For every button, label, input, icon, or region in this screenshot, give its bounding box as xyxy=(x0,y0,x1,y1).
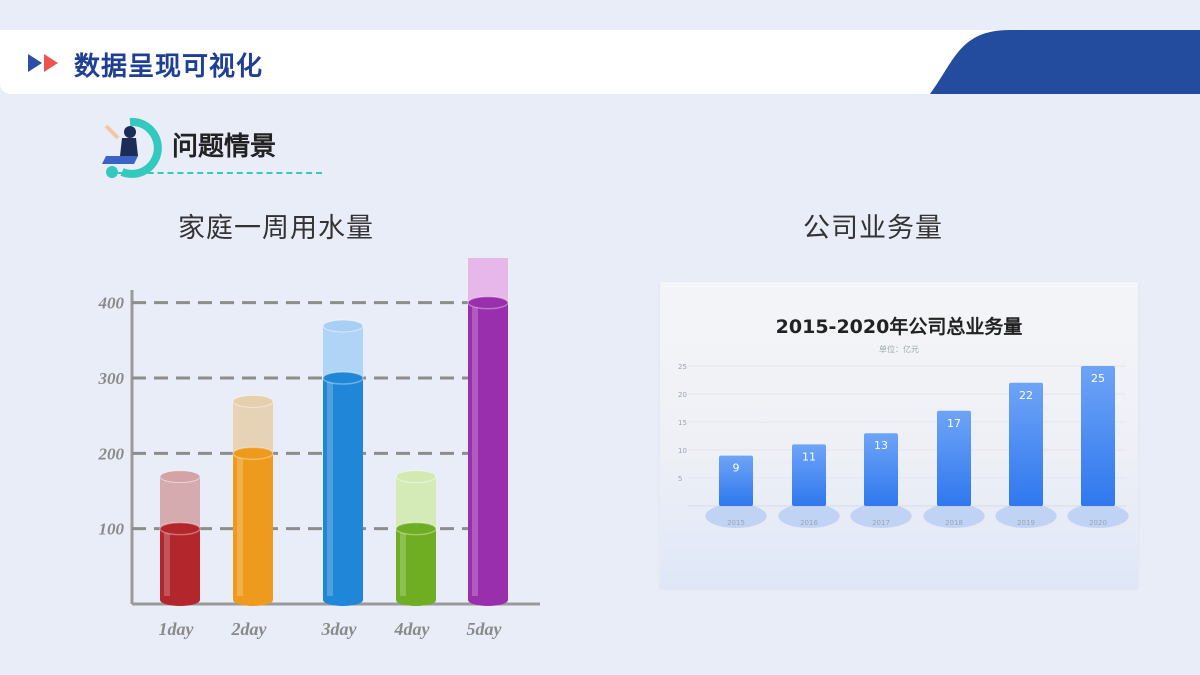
bar-top-2day xyxy=(232,446,274,461)
value-label-2017: 13 xyxy=(874,439,888,452)
value-label-2019: 22 xyxy=(1019,389,1033,402)
bar-cap-1day xyxy=(160,476,200,529)
x-tick-4day: 4day xyxy=(394,619,431,639)
x-tick-3day: 3day xyxy=(321,619,358,639)
bar-cap-top-2day xyxy=(232,394,274,408)
y-tick-10: 10 xyxy=(678,447,687,455)
bar-cap-4day xyxy=(396,476,436,529)
value-label-2016: 11 xyxy=(802,450,816,463)
panel-title: 2015-2020年公司总业务量 xyxy=(775,316,1023,338)
y-tick-400: 400 xyxy=(98,294,125,313)
bar-highlight-5day xyxy=(472,306,478,596)
section-divider xyxy=(118,172,322,174)
bar-highlight-2day xyxy=(237,457,243,596)
bar-top-3day xyxy=(322,371,364,385)
x-tick-2day: 2day xyxy=(231,619,268,639)
x-tick-1day: 1day xyxy=(159,619,195,639)
bar-cap-top-3day xyxy=(322,319,364,333)
x-tick-2020: 2020 xyxy=(1089,519,1107,527)
x-tick-5day: 5day xyxy=(467,619,503,639)
value-label-2020: 25 xyxy=(1091,372,1105,385)
y-tick-20: 20 xyxy=(678,391,687,399)
x-tick-2017: 2017 xyxy=(872,519,890,527)
left-chart-title: 家庭一周用水量 xyxy=(178,213,374,244)
bar-top-1day xyxy=(159,521,201,536)
y-tick-100: 100 xyxy=(99,520,125,539)
bar-2020 xyxy=(1081,366,1115,506)
x-tick-2015: 2015 xyxy=(727,519,745,527)
business-volume-panel: 5 10 15 20 25 9 2015 11 2016 13 2017 17 2018 22 2019 25… xyxy=(660,282,1138,588)
bar-highlight-1day xyxy=(164,532,170,596)
bar-cap-top-4day xyxy=(395,470,437,484)
x-tick-2019: 2019 xyxy=(1017,519,1035,527)
value-label-2015: 9 xyxy=(733,462,740,475)
bar-highlight-4day xyxy=(400,532,406,596)
section-title: 问题情景 xyxy=(172,132,277,162)
bar-cap-top-1day xyxy=(159,470,201,484)
bar-cap-3day xyxy=(323,326,363,378)
bar-cap-2day xyxy=(233,401,273,454)
water-usage-chart: 100 200 300 400 1day 2day 3day 4day 5day xyxy=(98,258,540,639)
y-tick-15: 15 xyxy=(678,419,687,427)
x-tick-2016: 2016 xyxy=(800,519,818,527)
x-tick-2018: 2018 xyxy=(945,519,963,527)
panel-unit: 单位：亿元 xyxy=(879,345,919,354)
y-tick-25: 25 xyxy=(678,363,687,371)
y-tick-5: 5 xyxy=(678,475,682,483)
double-play-icon xyxy=(28,54,58,72)
bar-top-5day xyxy=(467,295,509,310)
y-tick-300: 300 xyxy=(98,369,125,388)
bar-top-4day xyxy=(395,521,437,536)
bar-highlight-3day xyxy=(327,382,333,596)
page-title: 数据呈现可视化 xyxy=(74,52,264,82)
value-label-2018: 17 xyxy=(947,417,961,430)
y-tick-200: 200 xyxy=(98,444,125,463)
right-chart-title: 公司业务量 xyxy=(803,213,943,244)
